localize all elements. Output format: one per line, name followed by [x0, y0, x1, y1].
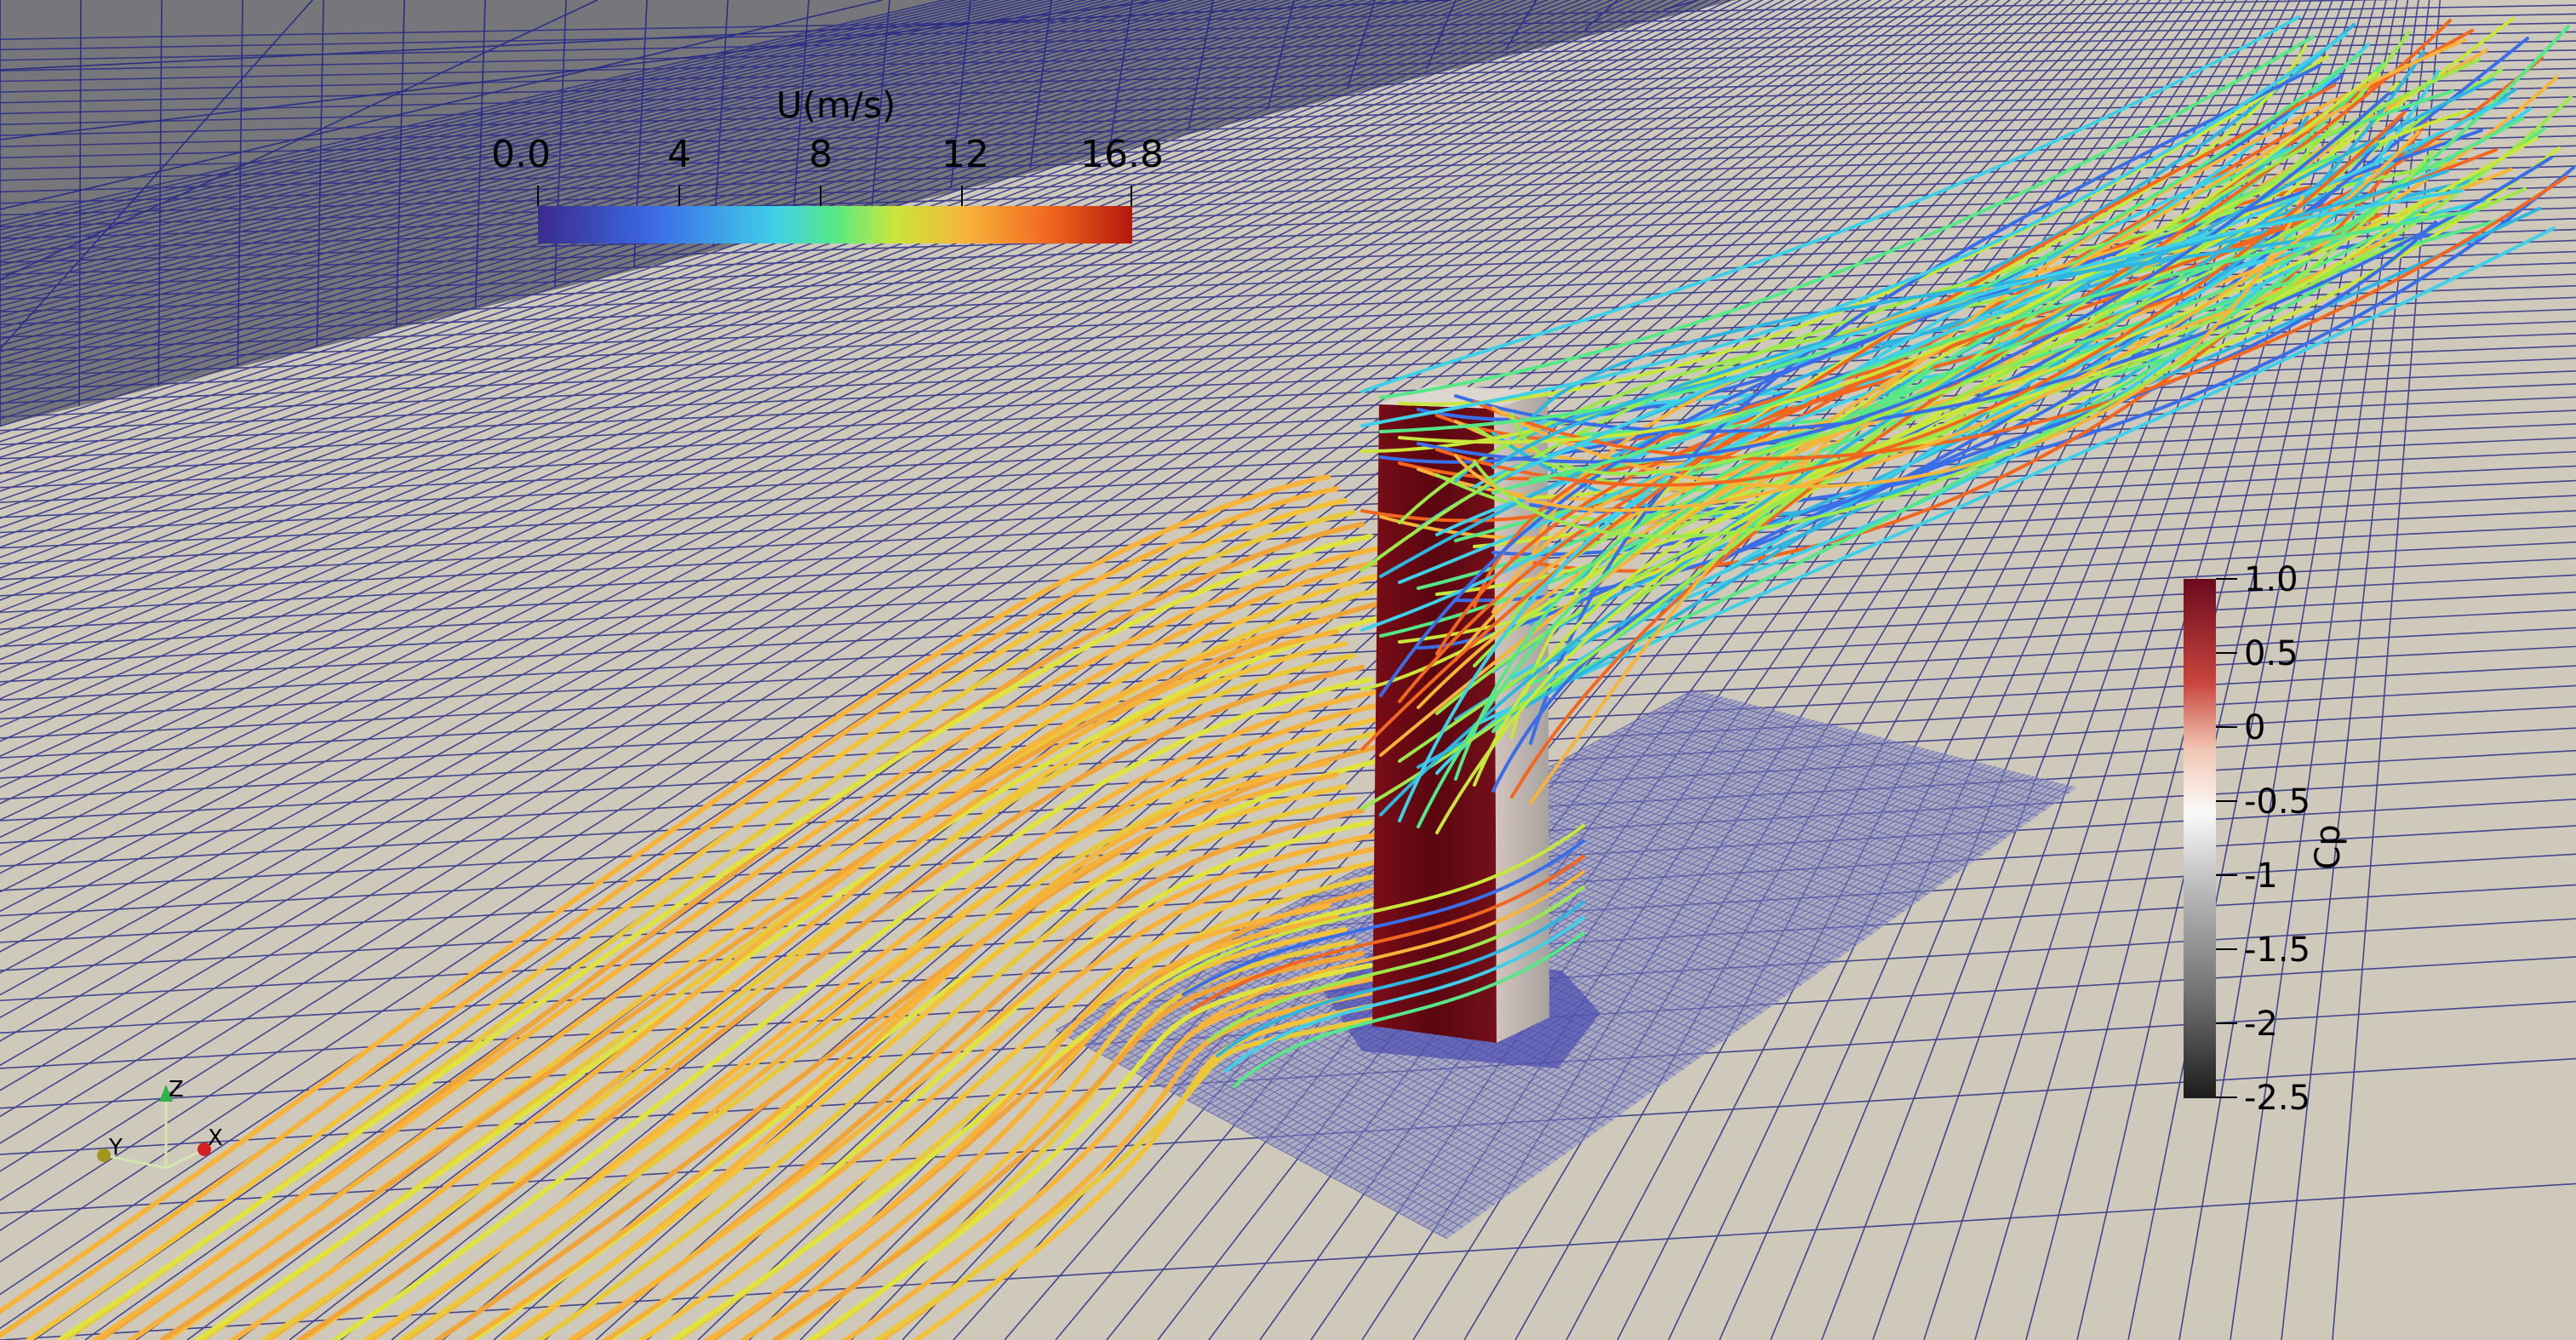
- cp-colorbar-title: Cp: [2309, 824, 2348, 869]
- y-axis-label: Y: [108, 1135, 123, 1160]
- render-viewport[interactable]: U(m/s) 0.0 4 8 12 16.8 1.0 0.5 0 -0.5 -1…: [0, 0, 2576, 1340]
- cp-tick-label: -2: [2244, 1005, 2278, 1044]
- z-axis-label: Z: [169, 1077, 184, 1102]
- velocity-tick-label: 0.0: [491, 133, 551, 176]
- cp-tick-label: -1.5: [2244, 931, 2310, 970]
- cp-colorbar-gradient: [2184, 579, 2216, 1098]
- cp-tick-label: 0.5: [2244, 634, 2298, 673]
- cp-tick-label: -0.5: [2244, 782, 2310, 822]
- velocity-tick-label: 4: [667, 133, 691, 176]
- cp-tick-label: 1.0: [2244, 560, 2298, 599]
- cfd-scene: U(m/s) 0.0 4 8 12 16.8 1.0 0.5 0 -0.5 -1…: [0, 0, 2576, 1340]
- velocity-colorbar-title: U(m/s): [776, 84, 896, 126]
- cp-tick-label: 0: [2244, 708, 2265, 747]
- x-axis-label: X: [208, 1125, 223, 1151]
- cp-tick-label: -2.5: [2244, 1079, 2310, 1118]
- cp-tick-label: -1: [2244, 856, 2278, 896]
- velocity-tick-label: 16.8: [1080, 133, 1164, 176]
- velocity-colorbar-gradient: [538, 206, 1132, 243]
- velocity-tick-label: 8: [809, 133, 833, 176]
- velocity-tick-label: 12: [942, 133, 989, 176]
